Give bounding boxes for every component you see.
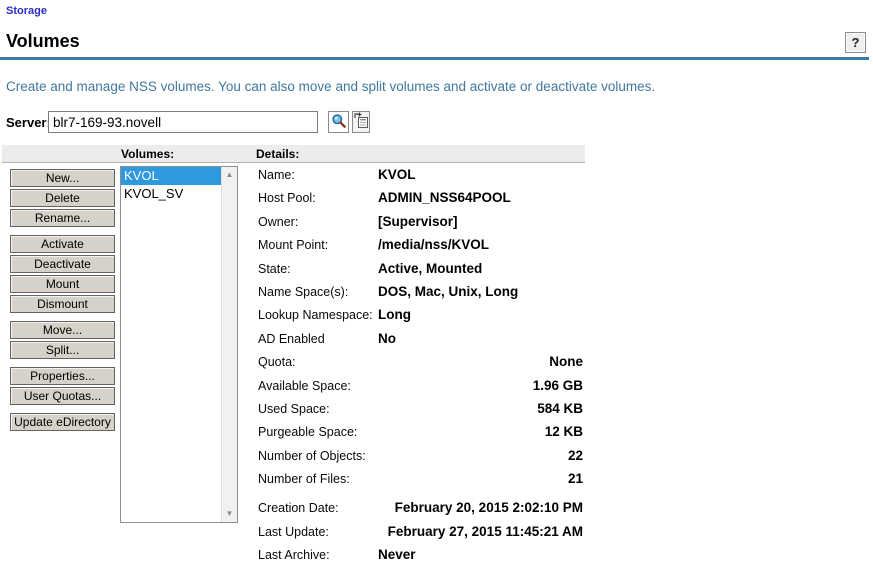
detail-label: Purgeable Space: bbox=[258, 425, 358, 440]
detail-value: 22 bbox=[567, 447, 583, 463]
detail-value: Active, Mounted bbox=[378, 260, 483, 276]
detail-row-last-update: Last Update: February 27, 2015 11:45:21 A… bbox=[258, 524, 583, 547]
detail-value: 12 KB bbox=[544, 424, 583, 440]
detail-label: Name: bbox=[258, 168, 295, 182]
detail-value: Long bbox=[378, 307, 411, 323]
detail-row-used-space: Used Space: 584 KB bbox=[258, 401, 583, 424]
detail-row-available-space: Available Space: 1.96 GB bbox=[258, 378, 583, 401]
breadcrumb-storage-link[interactable]: Storage bbox=[6, 5, 47, 17]
action-button-new[interactable]: New... bbox=[10, 169, 115, 187]
detail-label: Quota: bbox=[258, 355, 296, 370]
detail-value: February 20, 2015 2:02:10 PM bbox=[394, 500, 583, 516]
section-header-bar: Volumes: Details: bbox=[2, 145, 585, 163]
detail-label: State: bbox=[258, 261, 291, 276]
object-history-icon bbox=[353, 112, 369, 132]
volumes-list: KVOL KVOL_SV bbox=[121, 167, 221, 522]
action-button-properties[interactable]: Properties... bbox=[10, 367, 115, 385]
action-button-activate[interactable]: Activate bbox=[10, 235, 115, 253]
detail-row-state: State: Active, Mounted bbox=[258, 261, 583, 284]
page-title: Volumes bbox=[6, 31, 80, 51]
detail-row-creation-date: Creation Date: February 20, 2015 2:02:10 … bbox=[258, 500, 583, 523]
server-input[interactable] bbox=[48, 111, 318, 133]
detail-row-name: Name: KVOL bbox=[258, 167, 583, 190]
action-button-dismount[interactable]: Dismount bbox=[10, 295, 115, 313]
title-divider bbox=[0, 57, 869, 60]
detail-label: Owner: bbox=[258, 214, 299, 229]
detail-value: KVOL bbox=[378, 167, 416, 182]
object-selector-button[interactable] bbox=[328, 111, 349, 133]
detail-row-ad-enabled: AD Enabled No bbox=[258, 331, 583, 354]
detail-label: Name Space(s): bbox=[258, 284, 349, 299]
server-field-label: Server: bbox=[6, 115, 51, 130]
action-button-delete[interactable]: Delete bbox=[10, 189, 115, 207]
detail-label: Creation Date: bbox=[258, 501, 339, 516]
magnifier-icon bbox=[331, 113, 347, 132]
action-button-group: Properties... User Quotas... bbox=[10, 367, 115, 405]
action-button-group: Update eDirectory bbox=[10, 413, 115, 431]
action-buttons: New... Delete Rename... Activate Deactivate M… bbox=[10, 169, 115, 439]
detail-row-number-of-files: Number of Files: 21 bbox=[258, 471, 583, 494]
detail-label: Mount Point: bbox=[258, 238, 329, 253]
object-history-button[interactable] bbox=[352, 111, 370, 133]
detail-row-quota: Quota: None bbox=[258, 354, 583, 377]
action-button-rename[interactable]: Rename... bbox=[10, 209, 115, 227]
detail-value: [Supervisor] bbox=[378, 213, 458, 229]
volume-list-item-kvol[interactable]: KVOL bbox=[121, 167, 221, 185]
detail-row-name-space-s: Name Space(s): DOS, Mac, Unix, Long bbox=[258, 284, 583, 307]
detail-label: Host Pool: bbox=[258, 191, 316, 206]
scroll-down-icon[interactable]: ▼ bbox=[222, 506, 237, 522]
scroll-up-icon[interactable]: ▲ bbox=[222, 167, 237, 183]
detail-value: February 27, 2015 11:45:21 AM bbox=[387, 523, 583, 539]
detail-label: AD Enabled bbox=[258, 331, 325, 346]
detail-value: 1.96 GB bbox=[532, 377, 583, 393]
detail-label: Lookup Namespace: bbox=[258, 308, 373, 323]
detail-label: Number of Files: bbox=[258, 472, 350, 487]
action-button-group: New... Delete Rename... bbox=[10, 169, 115, 227]
detail-value: ADMIN_NSS64POOL bbox=[378, 190, 511, 206]
detail-label: Last Update: bbox=[258, 524, 329, 539]
volumes-header: Volumes: bbox=[121, 147, 175, 161]
action-button-move[interactable]: Move... bbox=[10, 321, 115, 339]
detail-row-last-archive: Last Archive: Never bbox=[258, 547, 583, 570]
action-button-split[interactable]: Split... bbox=[10, 341, 115, 359]
detail-row-host-pool: Host Pool: ADMIN_NSS64POOL bbox=[258, 190, 583, 213]
list-scrollbar[interactable]: ▲ ▼ bbox=[221, 167, 237, 522]
detail-value: Never bbox=[378, 547, 416, 563]
detail-value: DOS, Mac, Unix, Long bbox=[378, 283, 519, 299]
action-button-update-edirectory[interactable]: Update eDirectory bbox=[10, 413, 115, 431]
detail-label: Used Space: bbox=[258, 401, 330, 416]
detail-value: /media/nss/KVOL bbox=[378, 237, 490, 253]
detail-value: None bbox=[549, 354, 583, 370]
detail-label: Last Archive: bbox=[258, 548, 330, 563]
volumes-listbox: KVOL KVOL_SV ▲ ▼ bbox=[120, 166, 238, 523]
nss-volumes-page: { "breadcrumb": { "label": "Storage" }, … bbox=[0, 0, 873, 574]
detail-value: 21 bbox=[567, 471, 583, 487]
action-button-group: Move... Split... bbox=[10, 321, 115, 359]
detail-value: 584 KB bbox=[537, 400, 583, 416]
detail-row-owner: Owner: [Supervisor] bbox=[258, 214, 583, 237]
volume-list-item-kvol-sv[interactable]: KVOL_SV bbox=[121, 185, 221, 203]
details-rows: Name: KVOL Host Pool: ADMIN_NSS64POOL Owner:… bbox=[258, 167, 583, 571]
detail-label: Available Space: bbox=[258, 378, 351, 393]
detail-row-number-of-objects: Number of Objects: 22 bbox=[258, 448, 583, 471]
detail-row-mount-point: Mount Point: /media/nss/KVOL bbox=[258, 237, 583, 260]
detail-row-purgeable-space: Purgeable Space: 12 KB bbox=[258, 424, 583, 447]
page-description: Create and manage NSS volumes. You can a… bbox=[6, 79, 656, 94]
detail-label: Number of Objects: bbox=[258, 448, 366, 463]
action-button-deactivate[interactable]: Deactivate bbox=[10, 255, 115, 273]
action-button-group: Activate Deactivate Mount Dismount bbox=[10, 235, 115, 313]
details-header: Details: bbox=[256, 147, 300, 161]
detail-value: No bbox=[378, 330, 396, 346]
help-button[interactable]: ? bbox=[845, 32, 866, 53]
detail-row-lookup-namespace: Lookup Namespace: Long bbox=[258, 307, 583, 330]
action-button-user-quotas[interactable]: User Quotas... bbox=[10, 387, 115, 405]
action-button-mount[interactable]: Mount bbox=[10, 275, 115, 293]
